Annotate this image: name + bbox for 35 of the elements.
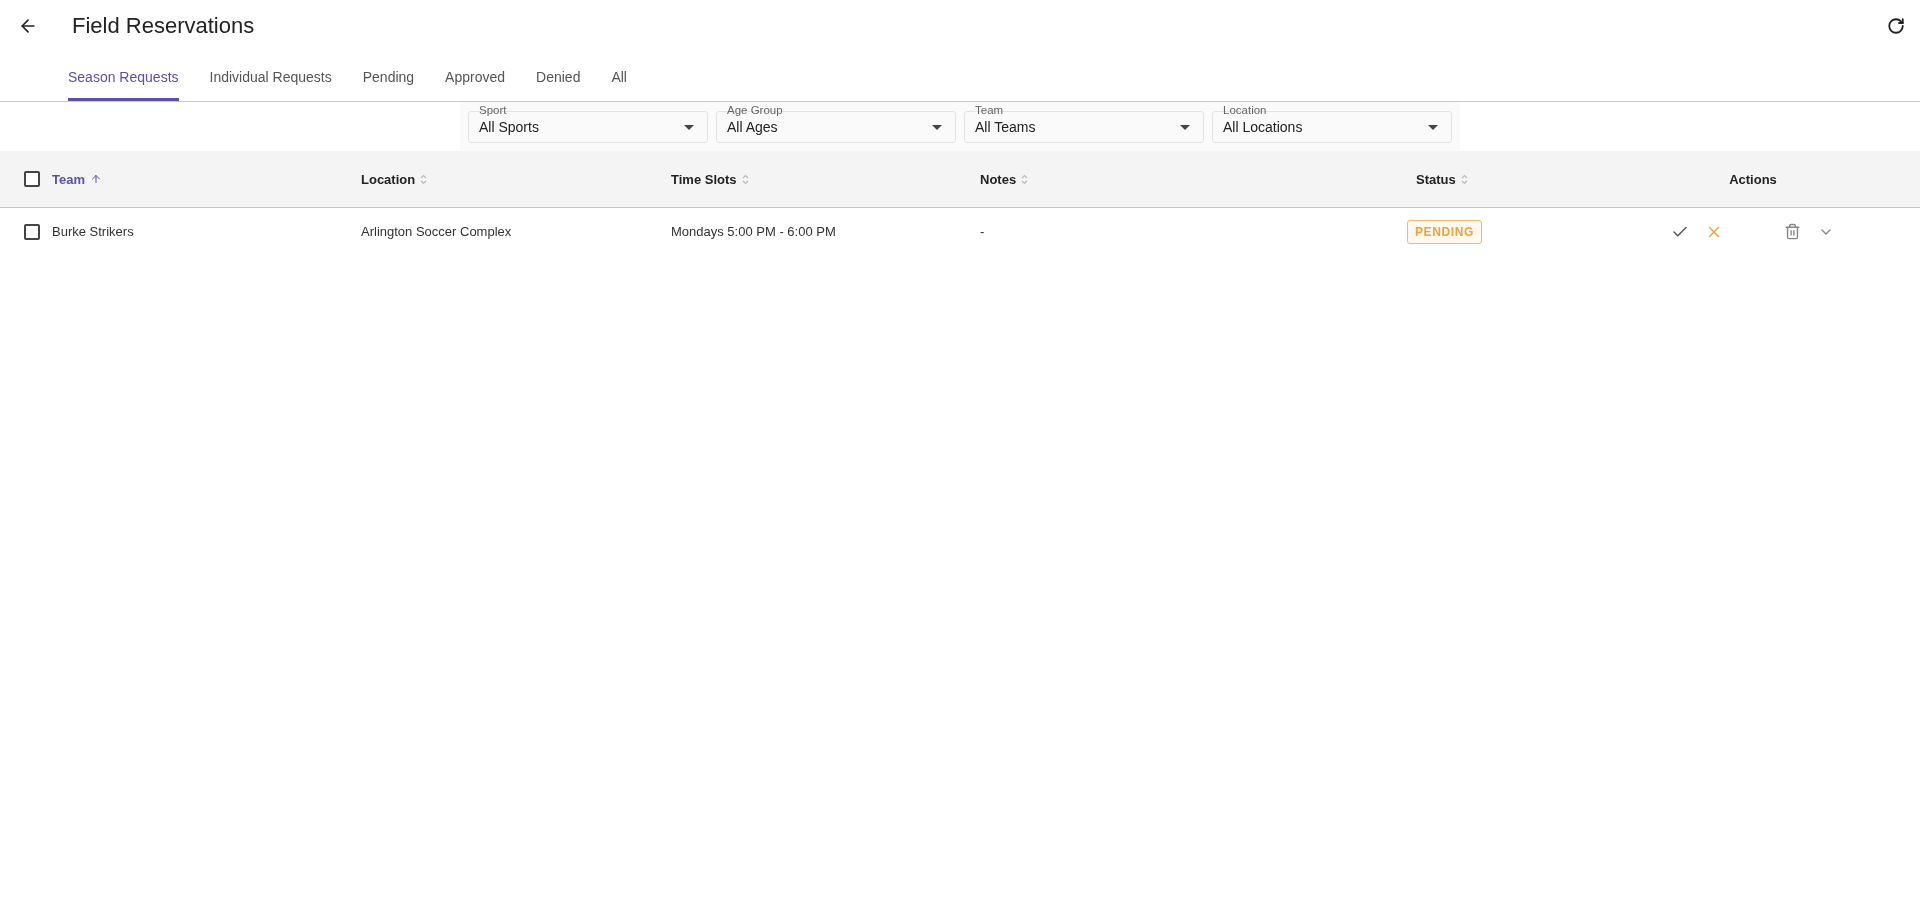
caret-down-icon bbox=[684, 125, 694, 130]
table-cell: Arlington Soccer Complex bbox=[361, 224, 512, 239]
status-badge: PENDING bbox=[1407, 219, 1482, 244]
tab[interactable]: Pending bbox=[362, 52, 415, 101]
sort-icon bbox=[420, 173, 428, 185]
tab[interactable]: Approved bbox=[445, 52, 506, 101]
page-title: Field Reservations bbox=[72, 13, 256, 39]
column-header[interactable]: Location bbox=[361, 171, 428, 187]
checkbox[interactable] bbox=[24, 223, 40, 240]
refresh-icon bbox=[1887, 17, 1905, 35]
tab[interactable]: Denied bbox=[536, 52, 581, 101]
sort-icon bbox=[741, 173, 749, 185]
caret-down-icon bbox=[932, 125, 942, 130]
sort-icon bbox=[1021, 173, 1029, 185]
caret-down-icon bbox=[1180, 125, 1190, 130]
table-cell: Mondays 5:00 PM - 6:00 PM bbox=[671, 224, 836, 239]
column-header[interactable]: Team bbox=[52, 171, 102, 187]
filter-dropdown[interactable]: Team All Teams bbox=[964, 104, 1204, 143]
column-header: Actions bbox=[1729, 171, 1777, 187]
column-header[interactable]: Time Slots bbox=[671, 171, 749, 187]
filter-dropdown[interactable]: Age Group All Ages bbox=[716, 104, 956, 143]
table-cell: Burke Strikers bbox=[52, 224, 134, 239]
table-cell: - bbox=[980, 224, 985, 239]
tab[interactable]: Season Requests bbox=[68, 52, 179, 101]
tab[interactable]: Individual Requests bbox=[209, 52, 332, 101]
filter-dropdown[interactable]: Location All Locations bbox=[1212, 104, 1452, 143]
column-header[interactable]: Notes bbox=[980, 171, 1029, 187]
tab[interactable]: All bbox=[611, 52, 627, 101]
sort-icon bbox=[1460, 173, 1468, 185]
filter-dropdown[interactable]: Sport All Sports bbox=[468, 104, 708, 143]
sort-arrow-up-icon bbox=[90, 173, 102, 185]
trash-icon bbox=[1783, 223, 1801, 240]
column-header[interactable]: Status bbox=[1416, 171, 1468, 187]
caret-down-icon bbox=[1428, 125, 1438, 130]
checkbox[interactable] bbox=[24, 171, 40, 187]
